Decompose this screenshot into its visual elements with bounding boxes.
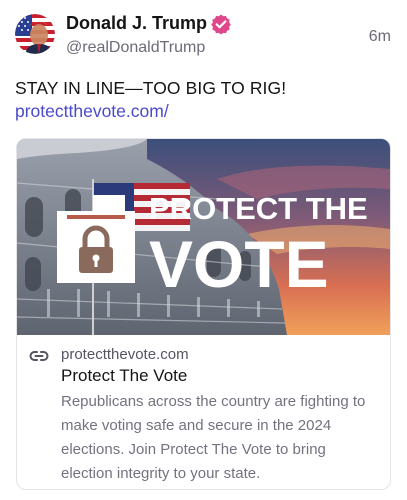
card-domain: protectthevote.com [61,346,189,363]
card-description: Republicans across the country are fight… [61,393,366,482]
card-image-headline-2-text: VOTE [149,227,329,301]
post-text: STAY IN LINE—TOO BIG TO RIG! [15,78,287,98]
author-name[interactable]: Donald J. Trump [66,13,207,34]
post-link[interactable]: protectthevote.com/ [15,101,169,122]
author-handle[interactable]: @realDonaldTrump [66,39,205,57]
card-title[interactable]: Protect The Vote [61,366,187,386]
flag-portrait-avatar-icon [15,14,55,54]
card-image-headline-2: VOTE [149,227,329,301]
card-image-headline-1: PROTECT THE [149,191,368,226]
link-preview-card[interactable]: PROTECT THE VOTE protectthevote.com Prot… [16,138,391,490]
link-icon [29,351,49,361]
avatar[interactable] [15,14,55,54]
card-image[interactable]: PROTECT THE VOTE [17,139,390,335]
verified-badge-icon [211,14,231,35]
post-timestamp[interactable]: 6m [369,28,391,46]
card-footer[interactable]: protectthevote.com Protect The Vote Repu… [17,335,390,489]
post: Donald J. Trump @realDonaldTrump 6m STAY… [0,0,407,500]
